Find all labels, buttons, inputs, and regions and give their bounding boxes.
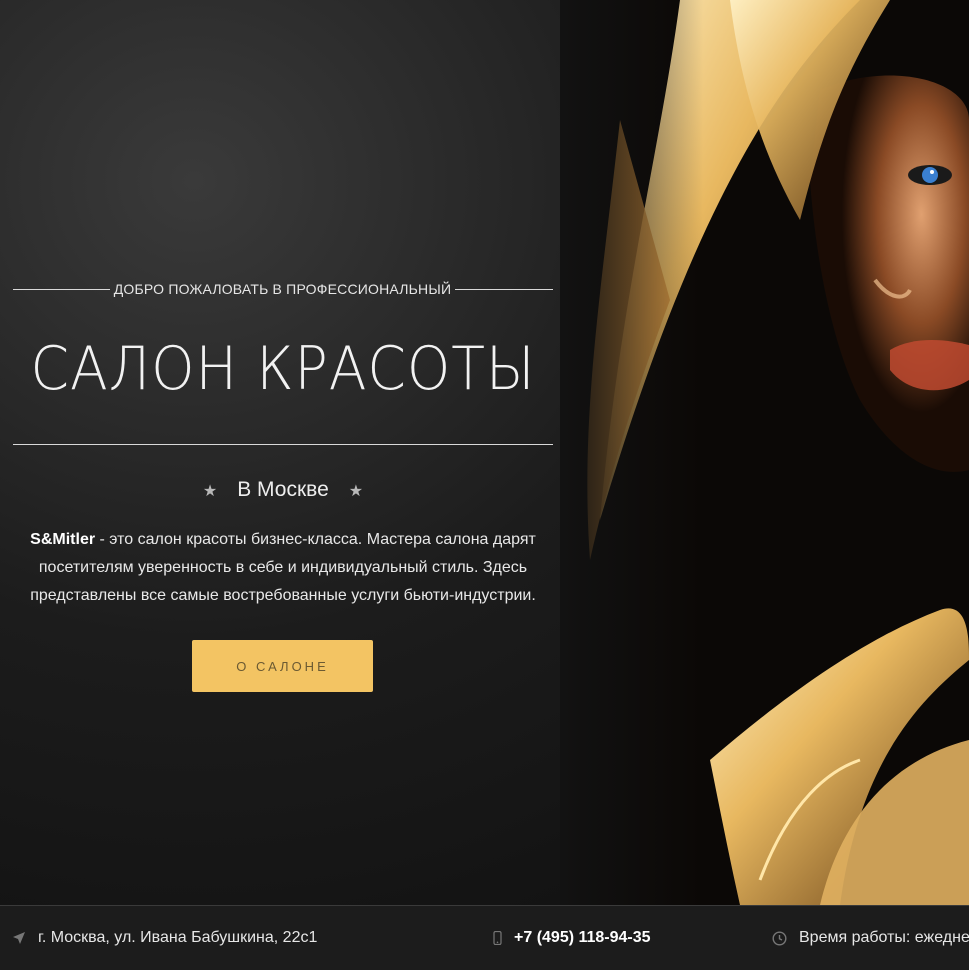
phone-number[interactable]: +7 (495) 118-94-35 (514, 929, 651, 947)
salon-description: S&Mitler - это салон красоты бизнес-клас… (10, 526, 556, 610)
address-item: г. Москва, ул. Ивана Бабушкина, 22с1 (12, 906, 317, 970)
hero-content: ДОБРО ПОЖАЛОВАТЬ В ПРОФЕССИОНАЛЬНЫЙ САЛО… (0, 0, 570, 905)
hero-section: ДОБРО ПОЖАЛОВАТЬ В ПРОФЕССИОНАЛЬНЫЙ САЛО… (0, 0, 969, 905)
description-text: - это салон красоты бизнес-класса. Масте… (30, 531, 536, 604)
clock-icon (772, 930, 787, 946)
city-subtitle: ★ В Москве ★ (0, 478, 566, 502)
about-salon-button[interactable]: О САЛОНЕ (192, 640, 373, 692)
welcome-divider-left (13, 289, 110, 290)
hero-portrait-image (560, 0, 969, 905)
hours-text: Время работы: ежедне (799, 929, 969, 946)
page-title: САЛОН КРАСОТЫ (30, 334, 536, 404)
title-divider (13, 444, 553, 445)
address-text: г. Москва, ул. Ивана Бабушкина, 22с1 (38, 929, 318, 946)
star-icon: ★ (348, 480, 364, 500)
welcome-divider-right (455, 289, 553, 290)
star-icon: ★ (202, 480, 218, 500)
mobile-phone-icon (493, 931, 502, 945)
city-label: В Москве (237, 478, 329, 501)
contact-bar: г. Москва, ул. Ивана Бабушкина, 22с1 +7 … (0, 905, 969, 970)
location-arrow-icon (12, 931, 26, 945)
hours-item: Время работы: ежедне (772, 906, 969, 970)
welcome-text: ДОБРО ПОЖАЛОВАТЬ В ПРОФЕССИОНАЛЬНЫЙ (113, 281, 452, 297)
phone-item[interactable]: +7 (495) 118-94-35 (493, 906, 651, 970)
brand-name: S&Mitler (30, 531, 96, 548)
